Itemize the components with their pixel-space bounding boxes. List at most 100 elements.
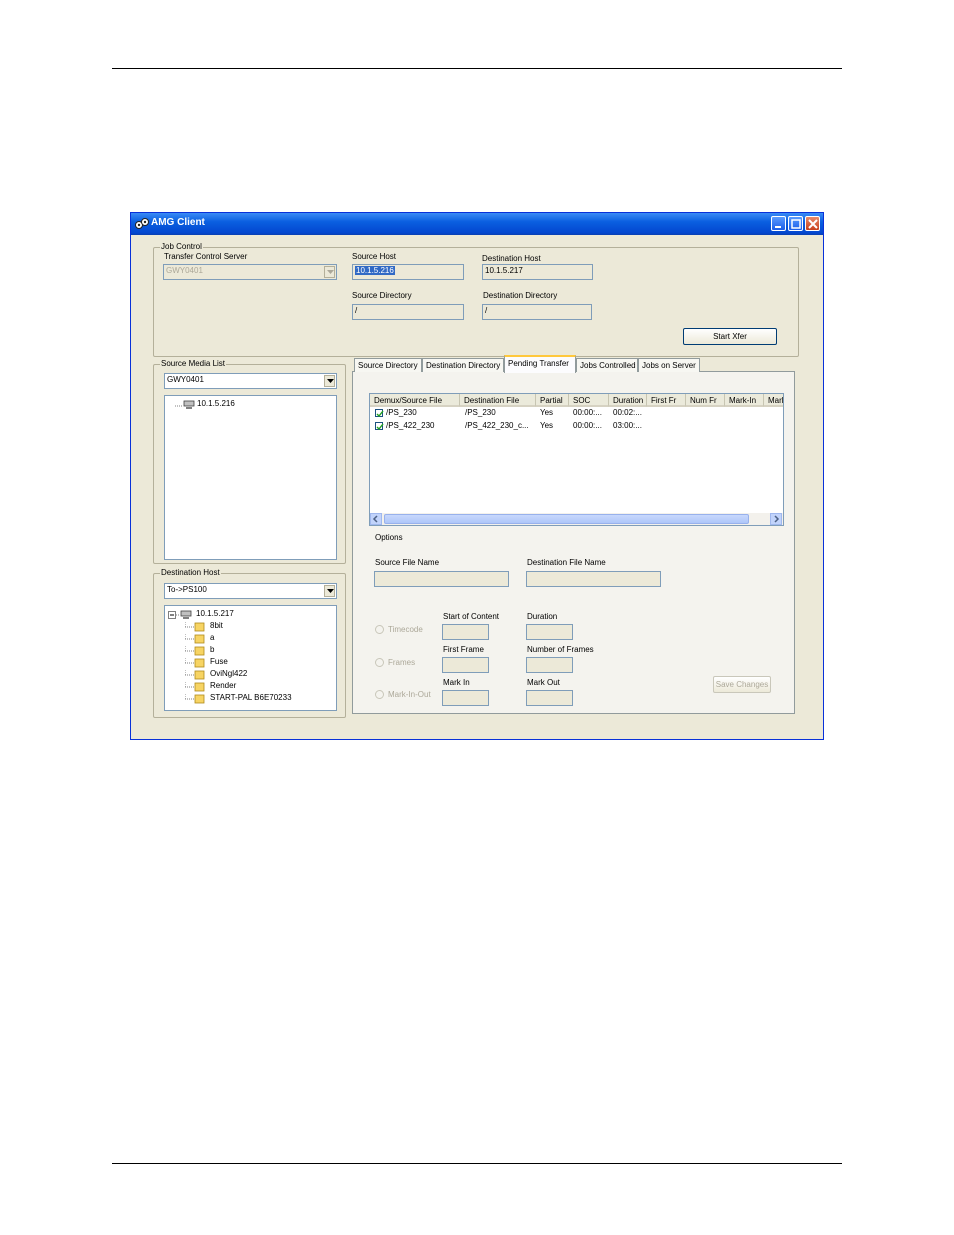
destination-directory-field[interactable]: / xyxy=(482,304,592,320)
tree-item-label: 10.1.5.216 xyxy=(197,399,235,408)
tab-label: Pending Transfer xyxy=(508,359,569,368)
tab-jobs-on-server[interactable]: Jobs on Server xyxy=(638,358,700,372)
destination-host-tree[interactable]: 10.1.5.217 8bit a b Fuse OviNgl422 Rende… xyxy=(164,605,337,711)
scroll-left-button[interactable] xyxy=(370,513,382,525)
tree-folder-item[interactable]: Render xyxy=(185,681,335,693)
save-changes-button[interactable]: Save Changes xyxy=(713,676,771,693)
chevron-down-icon xyxy=(324,375,335,387)
tab-destination-directory[interactable]: Destination Directory xyxy=(422,358,504,372)
folder-icon xyxy=(185,658,205,668)
row-checkbox[interactable] xyxy=(375,409,384,418)
source-host-field[interactable]: 10.1.5.216 xyxy=(352,264,464,280)
tree-folder-item[interactable]: a xyxy=(185,633,335,645)
transfer-control-server-combo[interactable]: GWY0401 xyxy=(163,264,337,280)
start-of-content-label: Start of Content xyxy=(443,612,500,621)
source-directory-label: Source Directory xyxy=(352,291,412,300)
column-header[interactable]: Mark xyxy=(764,394,783,407)
scroll-right-button[interactable] xyxy=(770,513,782,525)
tree-folder-item[interactable]: b xyxy=(185,645,335,657)
source-file-name-field[interactable] xyxy=(374,571,509,587)
server-combo-value: GWY0401 xyxy=(166,266,203,275)
folder-label: a xyxy=(210,633,215,642)
column-header-label: Partial xyxy=(540,396,563,405)
source-media-combo[interactable]: GWY0401 xyxy=(164,373,337,389)
check-icon xyxy=(376,423,384,431)
folder-icon xyxy=(185,622,205,632)
tree-folder-item[interactable]: OviNgl422 xyxy=(185,669,335,681)
page-top-rule xyxy=(112,68,842,69)
row-soc: 00:00:... xyxy=(573,421,602,430)
tree-folder-item[interactable]: Fuse xyxy=(185,657,335,669)
timecode-label: Timecode xyxy=(388,625,423,634)
folder-icon xyxy=(185,670,205,680)
column-header[interactable]: Duration xyxy=(609,394,647,407)
column-header-label: First Fr xyxy=(651,396,677,405)
column-header[interactable]: Num Fr xyxy=(686,394,725,407)
tab-jobs-controlled[interactable]: Jobs Controlled xyxy=(576,358,638,372)
column-header-label: Mark xyxy=(768,396,783,405)
timecode-radio[interactable] xyxy=(375,625,384,634)
source-file-name-label: Source File Name xyxy=(375,558,440,567)
mark-out-field[interactable] xyxy=(526,690,573,706)
tree-root-destination[interactable]: 10.1.5.217 xyxy=(168,609,328,621)
column-header-label: Mark-In xyxy=(729,396,757,405)
source-media-tree[interactable]: 10.1.5.216 xyxy=(164,395,337,560)
folder-label: b xyxy=(210,645,215,654)
duration-field[interactable] xyxy=(526,624,573,640)
mark-in-field[interactable] xyxy=(442,690,489,706)
start-xfer-button[interactable]: Start Xfer xyxy=(683,328,777,345)
column-header-label: Demux/Source File xyxy=(374,396,443,405)
frames-radio[interactable] xyxy=(375,658,384,667)
start-of-content-field[interactable] xyxy=(442,624,489,640)
scroll-thumb[interactable] xyxy=(384,514,749,524)
folder-label: Render xyxy=(210,681,237,690)
destination-host-field[interactable]: 10.1.5.217 xyxy=(482,264,593,280)
folder-icon xyxy=(185,694,205,704)
check-icon xyxy=(376,410,384,418)
column-header[interactable]: SOC xyxy=(569,394,609,407)
column-header[interactable]: Demux/Source File xyxy=(370,394,460,407)
minimize-button[interactable] xyxy=(771,216,786,231)
number-of-frames-field[interactable] xyxy=(526,657,573,673)
close-button[interactable] xyxy=(805,216,820,231)
tree-item-source-host[interactable]: 10.1.5.216 xyxy=(175,399,325,411)
transfer-control-server-label: Transfer Control Server xyxy=(164,252,248,261)
destination-host-label: Destination Host xyxy=(482,254,541,263)
column-header-label: Duration xyxy=(613,396,644,405)
column-header[interactable]: Destination File xyxy=(460,394,536,407)
tab-label: Destination Directory xyxy=(426,361,501,370)
row-partial: Yes xyxy=(540,408,554,417)
destination-host-combo[interactable]: To->PS100 xyxy=(164,583,337,599)
first-frame-field[interactable] xyxy=(442,657,489,673)
source-directory-field[interactable]: / xyxy=(352,304,464,320)
title-bar[interactable]: AMG Client xyxy=(131,213,823,235)
chevron-right-icon xyxy=(774,515,780,523)
row-soc: 00:00:... xyxy=(573,408,602,417)
mark-in-out-radio[interactable] xyxy=(375,690,384,699)
tab-pending-transfer[interactable]: Pending Transfer xyxy=(504,355,576,373)
tree-folder-item[interactable]: 8bit xyxy=(185,621,335,633)
tab-source-directory[interactable]: Source Directory xyxy=(354,358,422,372)
column-header-label: SOC xyxy=(573,396,591,405)
mark-in-out-label: Mark-In-Out xyxy=(388,690,431,699)
folder-icon xyxy=(185,682,205,692)
first-frame-label: First Frame xyxy=(443,645,484,654)
destination-file-name-label: Destination File Name xyxy=(527,558,606,567)
row-checkbox[interactable] xyxy=(375,422,384,431)
column-header[interactable]: Partial xyxy=(536,394,569,407)
column-header-label: Destination File xyxy=(464,396,520,405)
destination-file-name-field[interactable] xyxy=(526,571,661,587)
column-header[interactable]: Mark-In xyxy=(725,394,764,407)
folder-label: START-PAL B6E70233 xyxy=(210,693,292,702)
tree-folder-item[interactable]: START-PAL B6E70233 xyxy=(185,693,335,705)
folder-label: 8bit xyxy=(210,621,223,630)
pending-transfer-list[interactable]: Demux/Source File Destination File Parti… xyxy=(369,393,784,526)
destination-host-value: 10.1.5.217 xyxy=(485,266,523,275)
row-destination-file: /PS_230 xyxy=(465,408,496,417)
horizontal-scrollbar[interactable] xyxy=(370,513,783,525)
column-header[interactable]: First Fr xyxy=(647,394,686,407)
tree-root-label: 10.1.5.217 xyxy=(196,609,234,618)
folder-label: Fuse xyxy=(210,657,228,666)
maximize-button[interactable] xyxy=(788,216,803,231)
frames-label: Frames xyxy=(388,658,416,667)
